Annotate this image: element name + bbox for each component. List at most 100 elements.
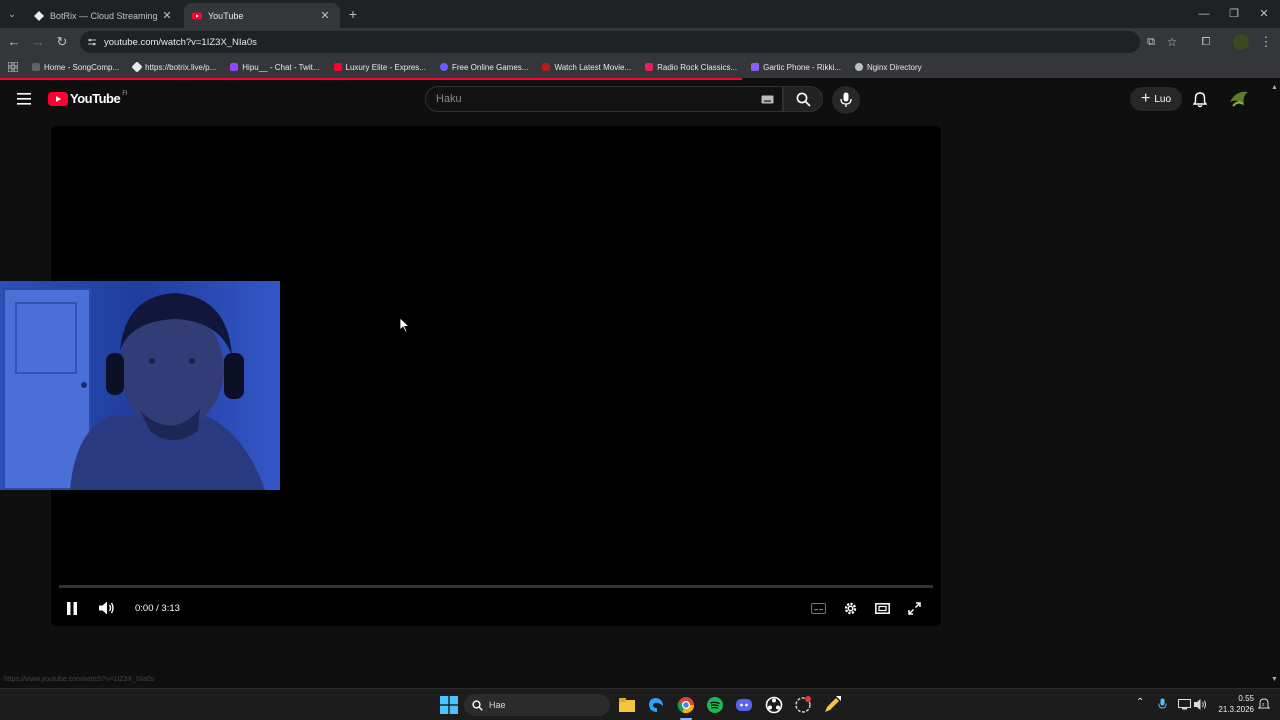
bookmark-favicon-icon [439,63,448,71]
windows-start-icon[interactable] [440,696,458,714]
mute-button[interactable] [97,598,117,618]
tab-botrix[interactable]: BotRix — Cloud Streaming Bot f ✕ [26,3,182,28]
botrix-favicon-icon [34,10,44,21]
settings-button[interactable] [840,598,860,618]
edge-icon[interactable] [647,696,665,714]
microphone-icon [840,92,852,107]
taskbar-search-label: Hae [489,700,506,710]
page-load-progress [0,78,742,80]
microphone-icon[interactable] [1158,698,1167,711]
region-code: FI [122,91,128,97]
logo-text: YouTube [70,91,121,106]
close-icon[interactable]: ✕ [160,9,174,22]
windows-taskbar: Hae ⌃ 0.55 21.3.2026 z [0,688,1280,720]
page-scrollbar[interactable]: ▲ ▼ [1270,82,1280,688]
volume-icon [99,601,114,615]
keyboard-icon[interactable] [761,95,774,104]
tab-youtube[interactable]: YouTube ✕ [184,3,340,28]
time-display: 0:00 / 3:13 [135,602,180,614]
theater-mode-button[interactable] [872,598,892,618]
svg-text:z: z [1262,702,1265,708]
search-button[interactable] [783,86,823,112]
close-icon[interactable]: ✕ [318,9,332,22]
tab-title: BotRix — Cloud Streaming Bot f [50,10,160,21]
theater-mode-icon [874,602,890,614]
minimize-button[interactable]: — [1194,6,1214,22]
browser-tab-strip: ⌄ BotRix — Cloud Streaming Bot f ✕ YouTu… [0,0,1280,28]
tab-title: YouTube [208,10,244,21]
new-tab-button[interactable]: + [345,6,361,22]
extensions-icon[interactable]: ⧠ [1198,34,1214,50]
scroll-down-icon[interactable]: ▼ [1271,676,1278,683]
speaker-icon[interactable] [1194,698,1207,711]
create-button[interactable]: + Luo [1130,87,1182,111]
apps-grid-icon[interactable] [8,62,18,72]
site-info-icon[interactable] [87,37,97,47]
bookmark-item[interactable]: Hipu__ - Chat - Twit... [230,63,320,72]
taskbar-search[interactable]: Hae [464,694,610,716]
bookmark-item[interactable]: https://botrix.live/p... [131,61,216,73]
bookmark-star-icon[interactable]: ☆ [1164,34,1180,50]
profile-avatar[interactable] [1233,34,1249,50]
phone-icon [751,63,760,71]
youtube-favicon-icon [192,12,202,19]
close-window-button[interactable]: ✕ [1254,6,1274,22]
status-bar-url: https://www.youtube.com/watch?v=1IZ3X_NI… [4,676,155,683]
address-bar[interactable]: youtube.com/watch?v=1IZ3X_NIa0s [80,31,1140,53]
bookmark-item[interactable]: Luxury Elite - Expres... [333,63,426,72]
scroll-up-icon[interactable]: ▲ [1271,84,1278,91]
bookmark-item[interactable]: Nginx Directory [854,63,922,72]
reload-button[interactable]: ↻ [54,34,70,50]
network-icon[interactable] [1178,699,1191,710]
tab-search-button[interactable]: ⌄ [4,6,20,22]
chrome-icon[interactable] [677,696,695,714]
pause-icon [67,601,77,615]
pause-button[interactable] [63,598,81,618]
avatar-image [1230,91,1248,107]
cast-icon[interactable]: ⧉ [1143,34,1159,50]
notifications-bell-icon[interactable] [1193,92,1207,108]
bookmark-item[interactable]: Gartic Phone - Rikki... [751,63,841,72]
clock-time: 0.55 [1238,694,1254,703]
subtitles-button[interactable] [809,598,827,618]
notification-center-icon[interactable]: z [1258,698,1270,711]
file-explorer-icon[interactable] [618,696,636,714]
pen-tool-icon[interactable] [823,696,841,714]
menu-icon[interactable]: ⋮ [1258,34,1274,50]
bookmark-favicon-icon [542,63,551,71]
search-input[interactable]: Haku [425,86,783,112]
plus-icon: + [1140,90,1151,107]
url-text: youtube.com/watch?v=1IZ3X_NIa0s [104,36,257,48]
show-hidden-icons-button[interactable]: ⌃ [1136,697,1144,708]
account-avatar[interactable] [1228,88,1250,110]
bookmark-item[interactable]: Home - SongComp... [32,63,119,72]
restore-button[interactable]: ❐ [1224,6,1244,22]
gear-icon [844,602,856,614]
progress-bar[interactable] [59,585,933,588]
globe-icon [854,63,863,71]
bookmark-item[interactable]: Free Online Games... [439,63,528,72]
bookmark-item[interactable]: Radio Rock Classics... [645,63,737,72]
create-label: Luo [1154,93,1172,105]
fullscreen-button[interactable] [904,598,924,618]
fullscreen-icon [907,601,921,615]
discord-icon[interactable] [735,696,753,714]
webcam-image [0,281,280,490]
voice-search-button[interactable] [832,86,860,114]
webcam-overlay [0,281,280,490]
youtube-favicon-icon [333,63,342,71]
bookmark-favicon-icon [32,63,40,71]
mouse-cursor-icon [400,318,410,333]
forward-button[interactable]: → [30,34,46,50]
youtube-logo[interactable]: YouTube FI [48,91,128,106]
obs-icon[interactable] [765,696,783,714]
bookmark-item[interactable]: Watch Latest Movie... [542,63,631,72]
subtitles-icon [810,602,826,614]
back-button[interactable]: ← [6,34,22,50]
hamburger-menu-icon[interactable] [17,93,31,105]
youtube-header: YouTube FI Haku + Luo [0,82,1270,118]
app-icon[interactable] [794,696,812,714]
spotify-icon[interactable] [706,696,724,714]
bookmark-favicon-icon [645,63,654,71]
system-clock[interactable]: 0.55 21.3.2026 [1214,693,1254,715]
